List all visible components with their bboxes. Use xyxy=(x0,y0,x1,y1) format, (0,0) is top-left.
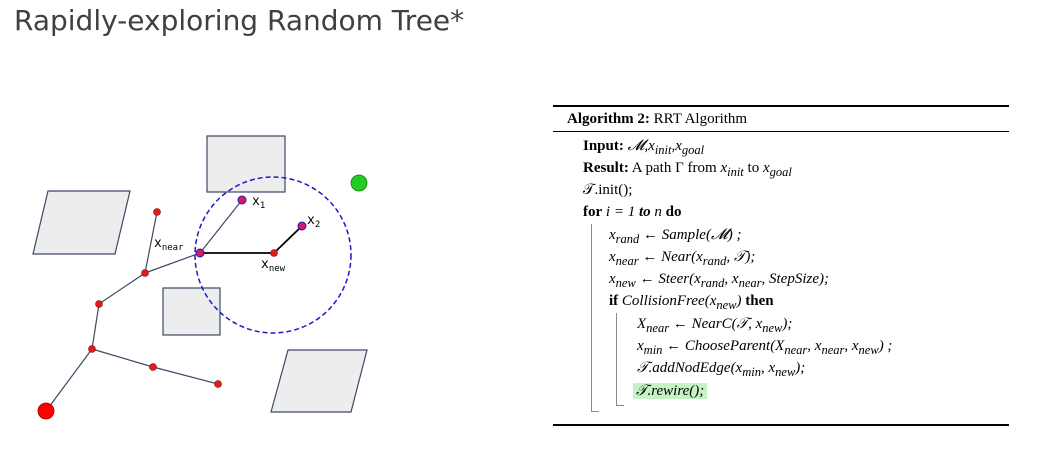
x-new-node xyxy=(270,249,278,257)
obstacle-middle xyxy=(162,287,221,336)
x1-node xyxy=(237,195,247,205)
algo-init-line: 𝒯.init(); xyxy=(583,182,633,198)
rewire-highlight: 𝒯.rewire(); xyxy=(633,383,708,399)
tree-node xyxy=(141,269,149,277)
algo-line-chooseparent: xmin ← ChooseParent(Xnear, xnear, xnew) … xyxy=(637,338,893,357)
x-new-label: xnew xyxy=(261,257,286,274)
result-label: Result: xyxy=(583,160,629,176)
algo-line-steer: xnew ← Steer(xrand, xnear, StepSize); xyxy=(609,271,829,290)
if-block-end xyxy=(616,405,624,406)
tree-edge xyxy=(144,252,201,274)
result-text-mid: to xyxy=(743,160,763,176)
algo-if-line: if CollisionFree(xnew) then xyxy=(609,293,774,312)
obstacle-top xyxy=(206,135,286,193)
x-near-label: xnear xyxy=(154,236,184,253)
algo-line-near: xnear ← Near(xrand, 𝒯); xyxy=(609,249,756,268)
input-label: Input: xyxy=(583,138,624,154)
algo-line-sample: xrand ← Sample(𝓜) ; xyxy=(609,227,742,246)
obstacle-left xyxy=(32,190,131,255)
algo-result-line: Result: A path Γ from xinit to xgoal xyxy=(583,158,792,182)
start-node xyxy=(37,402,55,420)
algo-line-nearc: Xnear ← NearC(𝒯, xnew); xyxy=(637,316,793,335)
algo-for-line: for i = 1 to n do xyxy=(583,204,682,220)
tree-node xyxy=(88,345,96,353)
rrt-star-diagram: x1 x2 xnear xnew xyxy=(32,135,368,420)
algorithm-heading-label: Algorithm 2: xyxy=(567,111,650,127)
algo-input-line: Input: 𝓜,xinit,xgoal xyxy=(583,136,704,160)
x-near-node xyxy=(195,248,205,258)
tree-edge xyxy=(91,303,100,350)
algorithm-mid-rule xyxy=(553,131,1009,132)
algorithm-bottom-rule xyxy=(553,424,1009,426)
obstacle-bottom-right xyxy=(270,349,368,413)
if-block-bar xyxy=(616,313,617,405)
edge-new-to-x2 xyxy=(273,225,303,254)
for-block-bar xyxy=(591,224,592,411)
x2-node xyxy=(297,221,307,231)
input-value: 𝓜,xinit,xgoal xyxy=(627,138,705,157)
result-x-goal: xgoal xyxy=(762,160,792,179)
result-text-pre: A path Γ from xyxy=(631,160,721,176)
algo-line-addnodedge: 𝒯.addNodEdge(xmin, xnew); xyxy=(637,360,806,379)
tree-edge xyxy=(45,348,93,412)
tree-edge xyxy=(152,366,219,385)
result-x-init: xinit xyxy=(720,160,744,179)
tree-node xyxy=(153,208,161,216)
goal-node xyxy=(350,174,368,192)
x1-label: x1 xyxy=(252,194,265,211)
tree-edge xyxy=(91,348,154,368)
algorithm-heading: Algorithm 2: RRT Algorithm xyxy=(567,109,747,129)
tree-node xyxy=(214,380,222,388)
algorithm-heading-text: RRT Algorithm xyxy=(653,111,748,127)
tree-edge xyxy=(98,272,146,305)
x2-label: x2 xyxy=(307,213,320,230)
algorithm-box: Algorithm 2: RRT Algorithm Input: 𝓜,xini… xyxy=(553,105,1009,429)
tree-node xyxy=(95,300,103,308)
algo-line-rewire: 𝒯.rewire(); xyxy=(633,381,708,401)
for-block-end xyxy=(591,411,599,412)
tree-node xyxy=(149,363,157,371)
algorithm-top-rule xyxy=(553,105,1009,107)
tree-edge xyxy=(199,199,243,254)
